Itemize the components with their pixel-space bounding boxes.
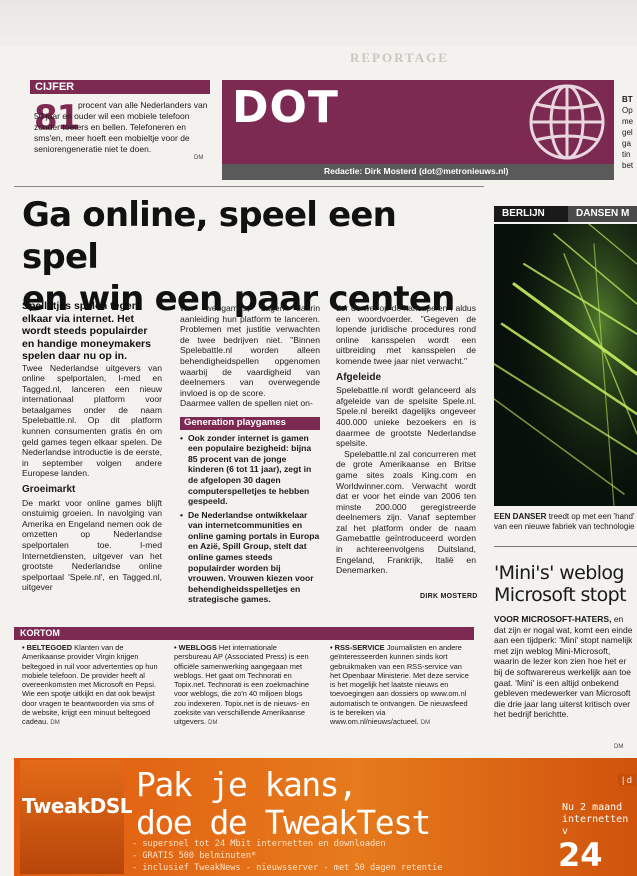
divider bbox=[494, 546, 637, 547]
cijfer-signature: DM bbox=[194, 155, 204, 161]
generation-playgames-list: Ook zonder internet is gamen een populai… bbox=[180, 433, 320, 606]
kortom-item-signature: DM bbox=[50, 720, 60, 727]
list-item: De Nederlandse ontwikkelaar van internet… bbox=[180, 510, 320, 605]
cijfer-box: CIJFER 81 procent van alle Nederlanders … bbox=[30, 80, 210, 166]
kortom-item-title: • RSS-SERVICE bbox=[330, 643, 385, 652]
ad-offer-line-1: Nu 2 maand bbox=[562, 802, 623, 813]
ad-offer-line-2: internetten v bbox=[562, 814, 629, 837]
photo-caption: EEN DANSER treedt op met een 'hand' van … bbox=[494, 512, 637, 532]
kortom-item-text: Klanten van de Amerikaanse provider Virg… bbox=[22, 643, 158, 727]
side-article-headline: 'Mini's' weblog Microsoft stopt bbox=[494, 562, 627, 606]
generation-playgames-box: Generation playgames Ook zonder internet… bbox=[180, 416, 320, 606]
tweakdsl-advertisement[interactable]: TweakDSL Pak je kans, doe de TweakTest -… bbox=[14, 758, 637, 876]
kortom-item-text: Journalisten en andere geïnteresseerden … bbox=[330, 643, 469, 727]
side-snippet-line: ga bbox=[622, 139, 631, 148]
kortom-item: • BELTEGOED Klanten van de Amerikaanse p… bbox=[22, 643, 162, 729]
kortom-item-title: • BELTEGOED bbox=[22, 643, 73, 652]
list-item: - GRATIS 500 belminuten* bbox=[132, 851, 257, 861]
ad-offer-text: Nu 2 maand internetten v bbox=[562, 802, 637, 838]
kortom-item-title: • WEBLOGS bbox=[174, 643, 217, 652]
side-snippet-line: bet bbox=[622, 161, 634, 170]
side-snippet-line: Op bbox=[622, 106, 633, 115]
ad-corner-chip: | d bbox=[618, 774, 636, 786]
ad-bullet-list: - supersnel tot 24 Mbit internetten en d… bbox=[132, 838, 442, 874]
redactie-bar: Redactie: Dirk Mosterd (dot@metronieuws.… bbox=[222, 164, 614, 180]
photo-topic-label: DANSEN M bbox=[568, 206, 637, 222]
side-snippet-line: gel bbox=[622, 128, 633, 137]
article-paragraph: van webgames, zagen daarin aanleiding hu… bbox=[180, 303, 320, 398]
page-top-margin bbox=[0, 0, 637, 46]
side-article-signature: DM bbox=[614, 744, 624, 750]
cijfer-label: CIJFER bbox=[30, 80, 210, 94]
kortom-item: • WEBLOGS Het internationale persbureau … bbox=[174, 643, 314, 729]
article-subhead: Afgeleide bbox=[336, 371, 382, 383]
side-snippet-line: me bbox=[622, 117, 634, 126]
list-item: Ook zonder internet is gamen een populai… bbox=[180, 433, 320, 507]
newspaper-page: REPORTAGE CIJFER 81 procent van alle Ned… bbox=[0, 0, 637, 876]
cijfer-text: procent van alle Nederlanders van 50 jaa… bbox=[34, 100, 208, 154]
kortom-item-signature: DM bbox=[208, 720, 218, 727]
kortom-item-signature: DM bbox=[420, 720, 431, 727]
ad-headline-line-2: doe de TweakTest bbox=[136, 803, 431, 842]
list-item: - inclusief TweakNews - nieuwsserver - m… bbox=[132, 863, 443, 873]
kortom-label: KORTOM bbox=[20, 628, 60, 638]
dot-section-title: DOT bbox=[232, 82, 339, 133]
side-snippet-tag: BT bbox=[622, 95, 633, 104]
divider bbox=[14, 186, 484, 187]
article-paragraph: De markt voor online games blijft onstui… bbox=[22, 497, 162, 593]
article-column-1: Spelletjes spelen tegen elkaar via inter… bbox=[22, 300, 162, 593]
section-ghost-text: REPORTAGE bbox=[350, 50, 449, 65]
kortom-bar bbox=[14, 627, 474, 640]
article-paragraph: Spelebattle.nl zal concurreren met de gr… bbox=[336, 448, 476, 576]
photo-caption-lead: EEN DANSER bbox=[494, 512, 547, 521]
photo-location-label: BERLIJN bbox=[494, 206, 568, 222]
list-item: - supersnel tot 24 Mbit internetten en d… bbox=[132, 839, 386, 849]
article-paragraph: der de wet op de kansspelen", aldus een … bbox=[336, 303, 476, 366]
article-intro: Spelletjes spelen tegen elkaar via inter… bbox=[22, 300, 151, 362]
side-snippet-line: tin bbox=[622, 150, 631, 159]
generation-playgames-heading: Generation playgames bbox=[180, 416, 320, 430]
headline-line-1: Ga online, speel een spel bbox=[22, 195, 397, 277]
kortom-item: • RSS-SERVICE Journalisten en andere geï… bbox=[330, 643, 470, 729]
photo-label-bar: BERLIJN DANSEN M bbox=[494, 206, 637, 222]
article-paragraph: Twee Nederlandse uitgevers van online sp… bbox=[22, 362, 162, 479]
article-column-2: van webgames, zagen daarin aanleiding hu… bbox=[180, 303, 320, 608]
article-paragraph: Spelebattle.nl wordt gelanceerd als afge… bbox=[336, 385, 476, 449]
side-article-lead: VOOR MICROSOFT-HATERS, bbox=[494, 614, 612, 624]
ad-headline: Pak je kans, doe de TweakTest bbox=[136, 765, 431, 842]
dancer-photo bbox=[494, 224, 637, 506]
article-byline: DIRK MOSTERD bbox=[420, 593, 478, 600]
tweakdsl-logo: TweakDSL bbox=[22, 794, 133, 818]
side-article-body: VOOR MICROSOFT-HATERS, en dat zijn er no… bbox=[494, 614, 637, 720]
article-paragraph: Daarmee vallen de spellen niet on- bbox=[180, 398, 313, 409]
ad-headline-line-1: Pak je kans, bbox=[136, 765, 358, 804]
globe-icon bbox=[529, 84, 605, 160]
side-article-text: en dat zijn er nogal wat, komt een einde… bbox=[494, 614, 633, 720]
ad-24-mbit-mark: 24 bbox=[558, 836, 603, 874]
dot-section-banner: DOT bbox=[222, 80, 614, 164]
side-snippet: BT Op me gel ga tin bet bbox=[622, 94, 637, 171]
article-column-3: der de wet op de kansspelen", aldus een … bbox=[336, 303, 476, 576]
article-subhead: Groeimarkt bbox=[22, 484, 76, 496]
kortom-item-text: Het internationale persbureau AP (Associ… bbox=[174, 643, 310, 727]
